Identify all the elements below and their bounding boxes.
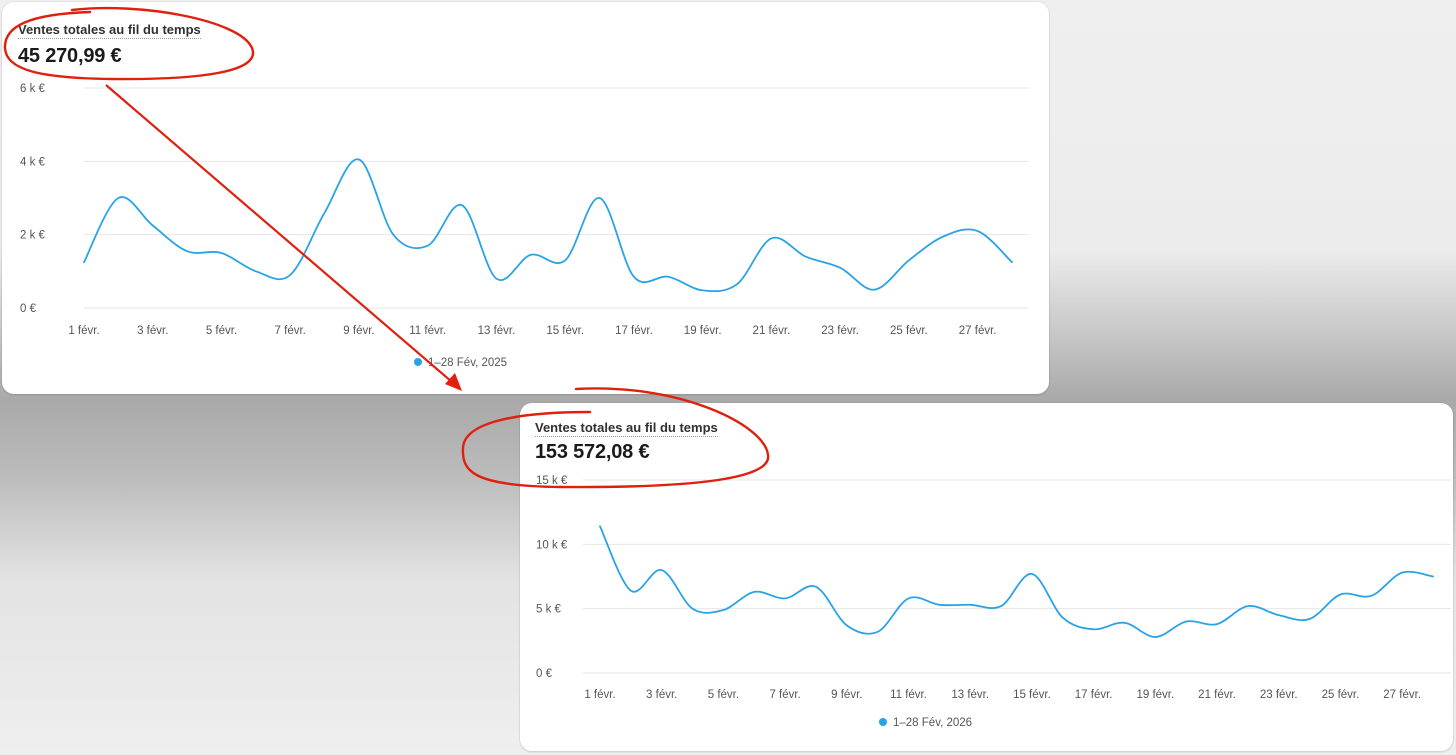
x-tick-label: 23 févr. <box>821 325 859 337</box>
x-tick-label: 9 févr. <box>343 325 374 337</box>
x-tick-label: 5 févr. <box>708 689 739 701</box>
x-tick-label: 1 févr. <box>68 325 99 337</box>
y-tick-label: 10 k € <box>536 539 568 551</box>
y-tick-label: 4 k € <box>20 156 46 168</box>
x-tick-label: 17 févr. <box>1075 689 1113 701</box>
x-tick-label: 21 févr. <box>1198 689 1236 701</box>
y-tick-label: 6 k € <box>20 83 46 95</box>
x-tick-label: 25 févr. <box>890 325 928 337</box>
x-tick-label: 15 févr. <box>546 325 584 337</box>
x-tick-label: 9 févr. <box>831 689 862 701</box>
x-tick-label: 15 févr. <box>1013 689 1051 701</box>
x-tick-label: 21 févr. <box>753 325 791 337</box>
line-chart: 0 € 2 k € 4 k € 6 k € 1 févr. 3 févr. 5 févr. 7… <box>20 83 1029 369</box>
legend-dot-icon <box>879 718 887 726</box>
y-tick-label: 2 k € <box>20 230 46 242</box>
x-tick-label: 7 févr. <box>275 325 306 337</box>
legend-label: 1–28 Fév, 2026 <box>893 717 972 729</box>
legend-label: 1–28 Fév, 2025 <box>428 357 507 369</box>
sales-over-time-card-2026: Ventes totales au fil du temps 153 572,0… <box>520 403 1453 751</box>
y-tick-label: 0 € <box>536 668 553 680</box>
x-tick-label: 13 févr. <box>951 689 989 701</box>
series-line[interactable] <box>83 158 1013 293</box>
y-tick-label: 15 k € <box>536 475 568 487</box>
x-tick-label: 13 févr. <box>478 325 516 337</box>
legend-dot-icon <box>414 358 422 366</box>
y-tick-label: 0 € <box>20 303 37 315</box>
x-tick-label: 23 févr. <box>1260 689 1298 701</box>
x-tick-label: 25 févr. <box>1322 689 1360 701</box>
x-tick-label: 7 févr. <box>769 689 800 701</box>
x-tick-label: 11 févr. <box>890 689 927 701</box>
x-tick-label: 3 févr. <box>646 689 677 701</box>
y-tick-label: 5 k € <box>536 604 562 616</box>
x-tick-label: 17 févr. <box>615 325 653 337</box>
x-tick-label: 11 févr. <box>409 325 446 337</box>
x-tick-label: 27 févr. <box>1383 689 1421 701</box>
x-tick-label: 3 févr. <box>137 325 168 337</box>
x-tick-label: 19 févr. <box>684 325 722 337</box>
line-chart: 0 € 5 k € 10 k € 15 k € 1 févr. 3 févr. 5 févr… <box>536 475 1451 729</box>
series-line[interactable] <box>599 525 1434 638</box>
legend[interactable]: 1–28 Fév, 2025 <box>414 357 507 369</box>
x-tick-label: 5 févr. <box>206 325 237 337</box>
x-tick-label: 1 févr. <box>584 689 615 701</box>
legend[interactable]: 1–28 Fév, 2026 <box>879 717 972 729</box>
sales-over-time-card-2025: Ventes totales au fil du temps 45 270,99… <box>2 2 1049 394</box>
x-tick-label: 19 févr. <box>1136 689 1174 701</box>
x-tick-label: 27 févr. <box>959 325 997 337</box>
